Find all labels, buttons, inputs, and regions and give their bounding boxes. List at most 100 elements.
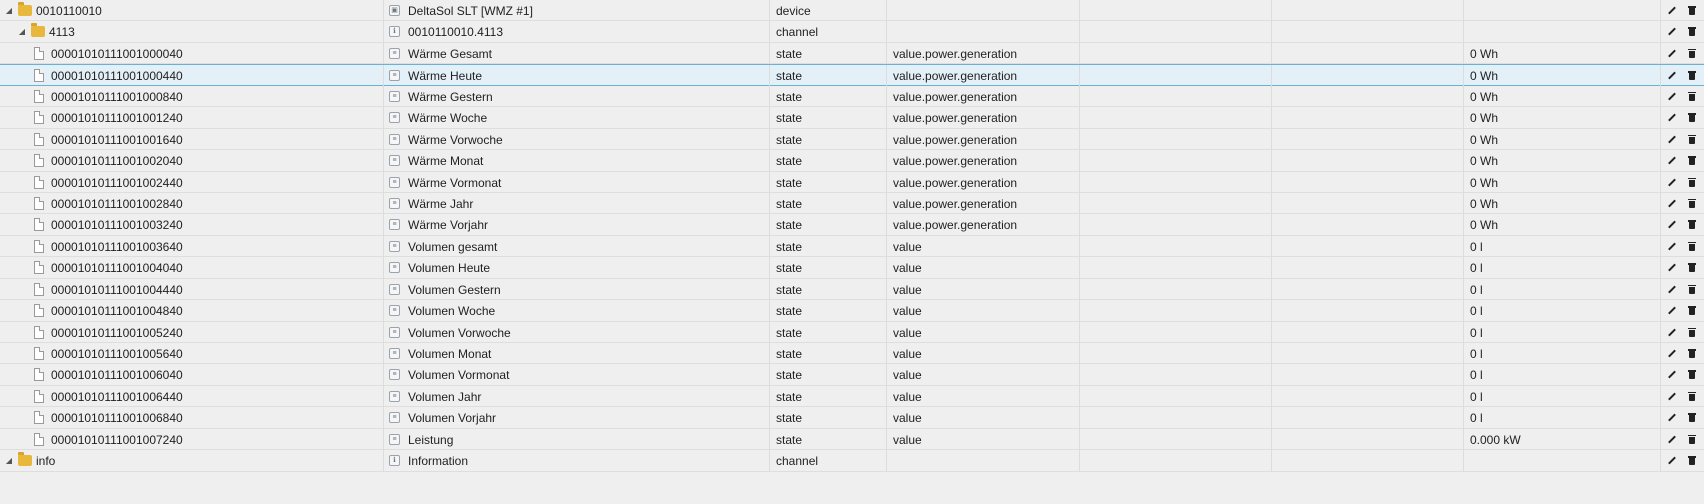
tree-row[interactable]: 00001010111001001640 ≡ Wärme Vorwoche state… bbox=[0, 128, 1704, 151]
object-name: Information bbox=[408, 454, 469, 469]
edit-icon[interactable] bbox=[1667, 197, 1681, 211]
delete-icon[interactable] bbox=[1685, 326, 1699, 340]
function-cell bbox=[1272, 278, 1464, 301]
edit-icon[interactable] bbox=[1667, 283, 1681, 297]
object-type: state bbox=[776, 432, 803, 447]
channel-icon: ℹ bbox=[389, 26, 400, 38]
edit-icon[interactable] bbox=[1667, 25, 1681, 39]
file-icon bbox=[34, 325, 44, 339]
object-type: state bbox=[776, 196, 803, 211]
edit-icon[interactable] bbox=[1667, 454, 1681, 468]
tree-row[interactable]: 00001010111001001240 ≡ Wärme Woche state val… bbox=[0, 107, 1704, 130]
edit-icon[interactable] bbox=[1667, 390, 1681, 404]
delete-icon[interactable] bbox=[1685, 111, 1699, 125]
tree-row[interactable]: 00001010111001002440 ≡ Wärme Vormonat state… bbox=[0, 171, 1704, 194]
role-cell: value bbox=[887, 385, 1080, 408]
pencil-shape bbox=[1668, 242, 1676, 251]
delete-icon[interactable] bbox=[1685, 197, 1699, 211]
tree-row[interactable]: 00001010111001000040 ≡ Wärme Gesamt state va… bbox=[0, 42, 1704, 65]
object-type: state bbox=[776, 347, 803, 361]
edit-icon[interactable] bbox=[1667, 111, 1681, 125]
delete-icon[interactable] bbox=[1685, 218, 1699, 232]
tree-row[interactable]: ◢ 0010110010 ▣ DeltaSol SLT [WMZ #1] device bbox=[0, 0, 1704, 22]
edit-icon[interactable] bbox=[1667, 326, 1681, 340]
type-cell: state bbox=[770, 385, 887, 408]
tree-row[interactable]: 00001010111001006840 ≡ Volumen Vorjahr stat… bbox=[0, 407, 1704, 430]
delete-icon[interactable] bbox=[1685, 240, 1699, 254]
delete-icon[interactable] bbox=[1685, 390, 1699, 404]
delete-icon[interactable] bbox=[1685, 454, 1699, 468]
delete-icon[interactable] bbox=[1685, 433, 1699, 447]
tree-row[interactable]: ◢ 4113 ℹ 0010110010.4113 channel bbox=[0, 21, 1704, 44]
edit-icon[interactable] bbox=[1667, 69, 1681, 83]
edit-icon[interactable] bbox=[1667, 4, 1681, 18]
delete-icon[interactable] bbox=[1685, 25, 1699, 39]
delete-icon[interactable] bbox=[1685, 176, 1699, 190]
tree-row[interactable]: 00001010111001002840 ≡ Wärme Jahr state valu… bbox=[0, 192, 1704, 215]
edit-icon[interactable] bbox=[1667, 47, 1681, 61]
tree-row[interactable]: 00001010111001005640 ≡ Volumen Monat state v… bbox=[0, 343, 1704, 365]
tree-row[interactable]: 00001010111001004840 ≡ Volumen Woche state v… bbox=[0, 300, 1704, 323]
tree-row[interactable]: 00001010111001006440 ≡ Volumen Jahr state va… bbox=[0, 385, 1704, 408]
delete-icon[interactable] bbox=[1685, 4, 1699, 18]
trash-body-shape bbox=[1689, 458, 1695, 466]
id-cell: 00001010111001002840 bbox=[0, 192, 384, 215]
tree-row[interactable]: 00001010111001004040 ≡ Volumen Heute state v… bbox=[0, 257, 1704, 280]
tree-row[interactable]: 00001010111001000840 ≡ Wärme Gestern state v… bbox=[0, 85, 1704, 108]
tree-row[interactable]: ◢ info ℹ Information channel bbox=[0, 450, 1704, 473]
delete-icon[interactable] bbox=[1685, 261, 1699, 275]
tree-row[interactable]: 00001010111001006040 ≡ Volumen Vormonat sta… bbox=[0, 364, 1704, 387]
delete-icon[interactable] bbox=[1685, 47, 1699, 61]
state-icon: ≡ bbox=[389, 176, 400, 188]
id-cell: 00001010111001006440 bbox=[0, 385, 384, 408]
object-type: state bbox=[776, 368, 803, 383]
tree-row[interactable]: 00001010111001007240 ≡ Leistung state value 0… bbox=[0, 428, 1704, 451]
file-icon bbox=[34, 411, 44, 425]
object-id: 4113 bbox=[49, 25, 75, 40]
edit-icon[interactable] bbox=[1667, 154, 1681, 168]
delete-icon[interactable] bbox=[1685, 90, 1699, 104]
pencil-shape bbox=[1668, 92, 1676, 101]
edit-icon[interactable] bbox=[1667, 304, 1681, 318]
delete-icon[interactable] bbox=[1685, 154, 1699, 168]
tree-row[interactable]: 00001010111001005240 ≡ Volumen Vorwoche sta… bbox=[0, 321, 1704, 344]
object-type: state bbox=[776, 411, 803, 426]
edit-icon[interactable] bbox=[1667, 240, 1681, 254]
actions-cell bbox=[1661, 107, 1704, 129]
edit-icon[interactable] bbox=[1667, 433, 1681, 447]
tree-row[interactable]: 00001010111001003640 ≡ Volumen gesamt state… bbox=[0, 235, 1704, 258]
edit-icon[interactable] bbox=[1667, 368, 1681, 382]
tree-row[interactable]: 00001010111001002040 ≡ Wärme Monat state val… bbox=[0, 150, 1704, 173]
delete-icon[interactable] bbox=[1685, 69, 1699, 83]
delete-icon[interactable] bbox=[1685, 304, 1699, 318]
actions-cell bbox=[1661, 364, 1704, 386]
collapse-caret-icon[interactable]: ◢ bbox=[17, 21, 27, 43]
delete-icon[interactable] bbox=[1685, 133, 1699, 147]
edit-icon[interactable] bbox=[1667, 411, 1681, 425]
edit-icon[interactable] bbox=[1667, 133, 1681, 147]
actions-cell bbox=[1661, 450, 1704, 472]
role-cell bbox=[887, 450, 1080, 473]
function-cell bbox=[1272, 107, 1464, 130]
edit-icon[interactable] bbox=[1667, 176, 1681, 190]
edit-icon[interactable] bbox=[1667, 218, 1681, 232]
delete-icon[interactable] bbox=[1685, 347, 1699, 361]
object-name: Wärme Woche bbox=[408, 111, 488, 126]
tree-row[interactable]: 00001010111001004440 ≡ Volumen Gestern stat… bbox=[0, 278, 1704, 301]
edit-icon[interactable] bbox=[1667, 261, 1681, 275]
id-cell: 00001010111001003240 bbox=[0, 214, 384, 237]
collapse-caret-icon[interactable]: ◢ bbox=[4, 450, 14, 472]
object-type: state bbox=[776, 69, 803, 84]
delete-icon[interactable] bbox=[1685, 368, 1699, 382]
tree-row[interactable]: 00001010111001003240 ≡ Wärme Vorjahr state v… bbox=[0, 214, 1704, 237]
collapse-caret-icon[interactable]: ◢ bbox=[4, 0, 14, 22]
tree-row[interactable]: 00001010111001000440 ≡ Wärme Heute state val… bbox=[0, 64, 1704, 88]
delete-icon[interactable] bbox=[1685, 411, 1699, 425]
edit-icon[interactable] bbox=[1667, 90, 1681, 104]
state-icon: ≡ bbox=[389, 219, 400, 231]
delete-icon[interactable] bbox=[1685, 283, 1699, 297]
name-cell: ≡ Volumen Vormonat bbox=[384, 364, 770, 387]
edit-icon[interactable] bbox=[1667, 347, 1681, 361]
pencil-shape bbox=[1668, 6, 1676, 15]
object-value: 0 Wh bbox=[1470, 175, 1499, 190]
